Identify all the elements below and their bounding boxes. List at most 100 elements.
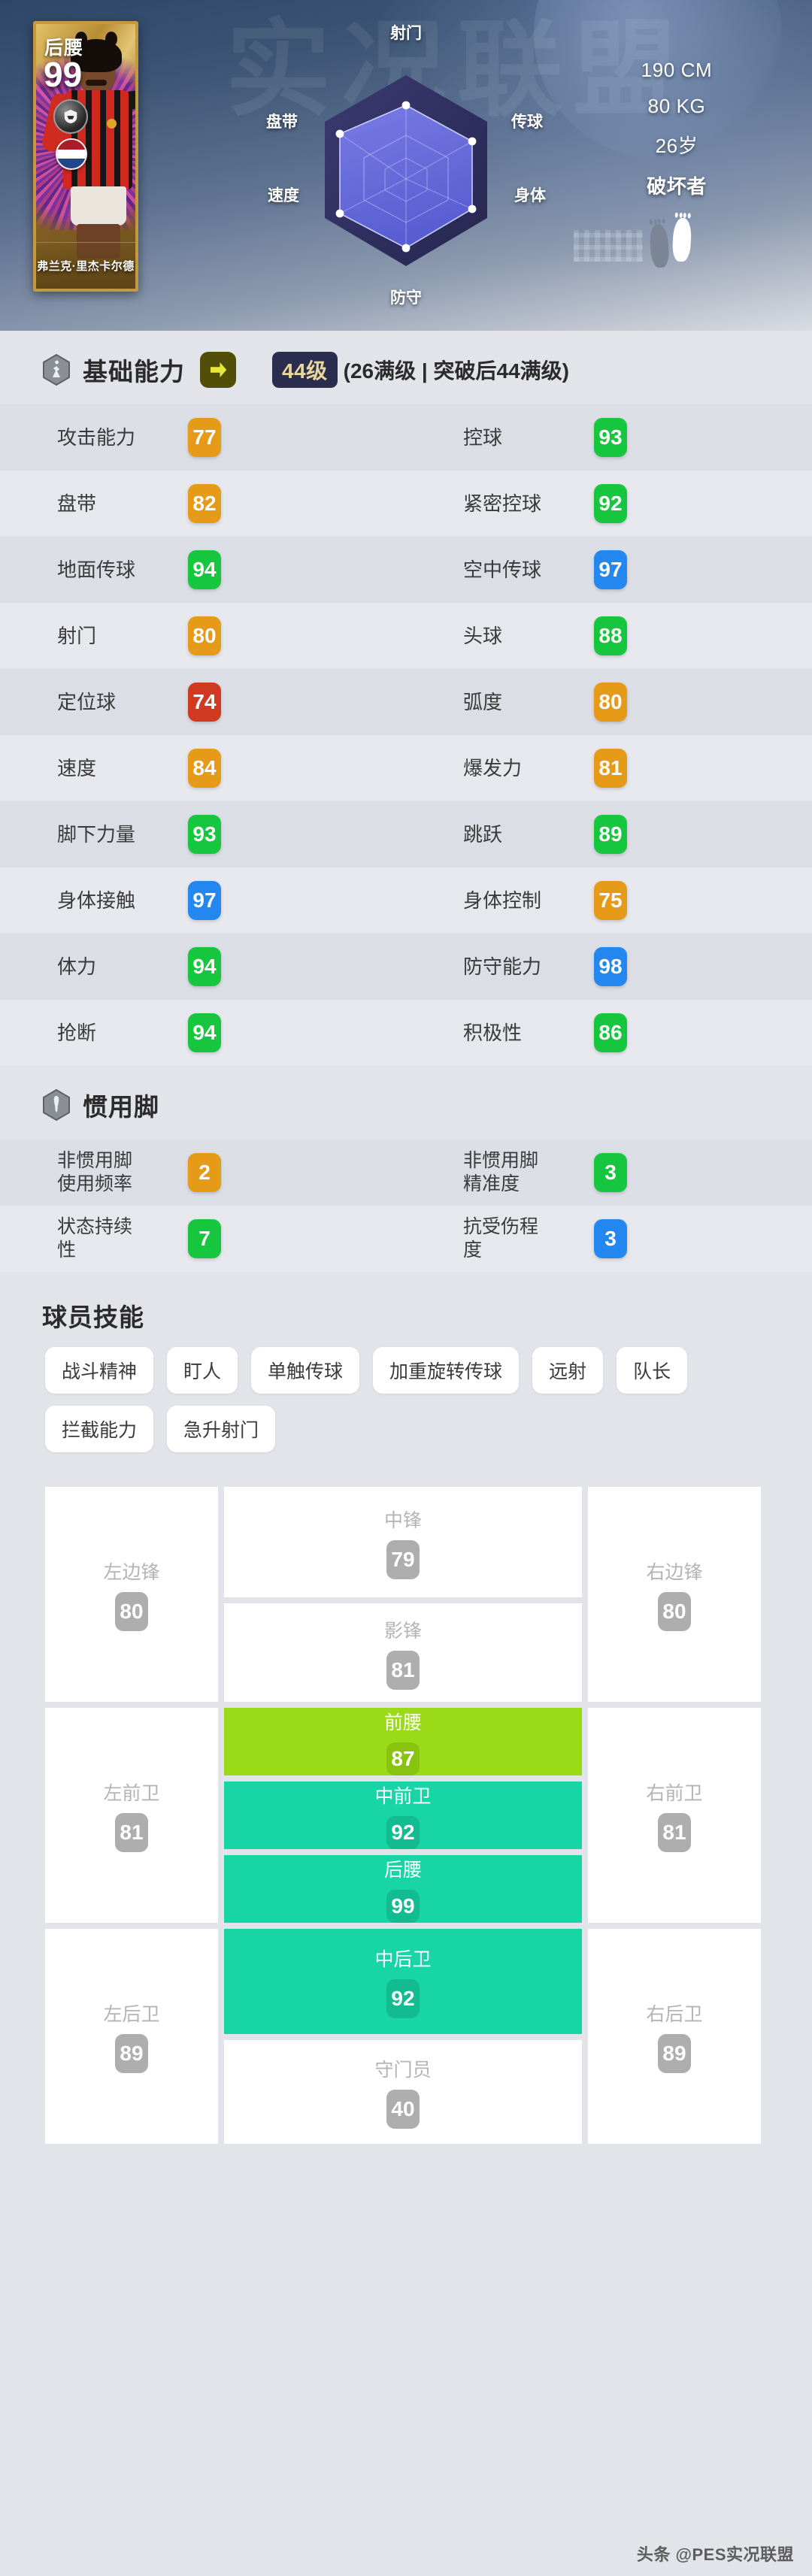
position-cell[interactable]: 右边锋80 — [588, 1487, 761, 1702]
stat-value-badge: 86 — [594, 1013, 627, 1052]
abilities-arrow-button[interactable] — [200, 352, 236, 388]
stat-label: 控球 — [406, 425, 594, 450]
stat-cell: 积极性86 — [406, 1013, 812, 1052]
position-cell[interactable]: 右后卫89 — [588, 1929, 761, 2144]
level-badge: 44级 — [272, 352, 338, 388]
stat-label: 头球 — [406, 624, 594, 648]
stat-label: 攻击能力 — [0, 425, 188, 450]
skill-chip[interactable]: 单触传球 — [251, 1347, 359, 1394]
position-cell[interactable]: 左后卫89 — [45, 1929, 218, 2144]
position-name: 中锋 — [384, 1506, 422, 1533]
table-row: 非惯用脚使用频率2非惯用脚精准度3 — [0, 1140, 812, 1206]
position-name: 中前卫 — [374, 1781, 431, 1809]
radar-svg — [301, 62, 511, 280]
table-row: 攻击能力77控球93 — [0, 404, 812, 471]
table-row: 盘带82紧密控球92 — [0, 471, 812, 537]
position-cell[interactable]: 影锋81 — [224, 1603, 582, 1702]
stat-cell: 非惯用脚使用频率2 — [0, 1149, 406, 1196]
stat-label: 抗受伤程度 — [406, 1215, 594, 1262]
stat-value-badge: 80 — [594, 683, 627, 722]
position-cell[interactable]: 左边锋 80 — [45, 1487, 218, 1702]
bio-height: 190 CM — [601, 59, 752, 82]
position-name: 守门员 — [374, 2055, 431, 2082]
position-cell[interactable]: 左前卫 81 — [45, 1708, 218, 1923]
position-rating: 80 — [115, 1592, 148, 1631]
stat-value-badge: 88 — [594, 616, 627, 655]
stat-value-badge: 7 — [188, 1219, 221, 1258]
stat-value-badge: 94 — [188, 1013, 221, 1052]
player-hero-banner: 实况联盟 后腰 99 弗兰克·里杰卡尔德 — [0, 0, 812, 331]
stat-value-badge: 3 — [594, 1153, 627, 1192]
stat-cell: 地面传球94 — [0, 550, 406, 589]
position-name: 前腰 — [384, 1708, 422, 1735]
foot-stats-table: 非惯用脚使用频率2非惯用脚精准度3状态持续性7抗受伤程度3 — [0, 1140, 812, 1272]
position-cell[interactable]: 守门员40 — [224, 2040, 582, 2144]
stat-label: 地面传球 — [0, 558, 188, 582]
position-rating: 79 — [386, 1540, 420, 1579]
stat-cell: 攻击能力77 — [0, 418, 406, 457]
footprints-icon — [649, 216, 709, 269]
position-cell[interactable]: 后腰99 — [224, 1855, 582, 1923]
card-rating-value: 99 — [44, 57, 82, 92]
hex-player-icon — [42, 354, 71, 386]
stat-label: 非惯用脚精准度 — [406, 1149, 594, 1196]
position-name: 右边锋 — [646, 1557, 702, 1585]
stat-cell: 空中传球97 — [406, 550, 812, 589]
skill-chip[interactable]: 盯人 — [167, 1347, 238, 1394]
skills-title: 球员技能 — [0, 1272, 812, 1347]
club-crest-icon — [53, 99, 88, 134]
stat-value-badge: 94 — [188, 550, 221, 589]
position-cell[interactable]: 中前卫 92 — [224, 1781, 582, 1849]
position-name: 左前卫 — [103, 1778, 159, 1806]
player-card[interactable]: 后腰 99 弗兰克·里杰卡尔德 — [33, 21, 138, 292]
position-name: 左边锋 — [103, 1557, 159, 1585]
table-row: 身体接触97身体控制75 — [0, 867, 812, 934]
stat-value-badge: 93 — [188, 815, 221, 854]
stat-cell: 身体接触97 — [0, 881, 406, 920]
stat-value-badge: 94 — [188, 947, 221, 986]
stat-value-badge: 74 — [188, 683, 221, 722]
position-rating-grid: 左边锋 80 左前卫 81 左后卫89 中锋 79 影锋81前腰87 中前卫 92 后腰99中后卫… — [45, 1487, 767, 2144]
skill-chip[interactable]: 队长 — [617, 1347, 687, 1394]
position-cell[interactable]: 中后卫92 — [224, 1929, 582, 2034]
stat-cell: 跳跃89 — [406, 815, 812, 854]
stat-cell: 防守能力98 — [406, 947, 812, 986]
stat-value-badge: 97 — [188, 881, 221, 920]
skill-chip[interactable]: 战斗精神 — [45, 1347, 153, 1394]
netherlands-flag-icon — [56, 138, 87, 170]
radar-label-speed: 速度 — [268, 183, 299, 206]
skill-chip[interactable]: 拦截能力 — [45, 1406, 153, 1452]
stat-value-badge: 97 — [594, 550, 627, 589]
ability-stats-table: 攻击能力77控球93盘带82紧密控球92地面传球94空中传球97射门80头球88… — [0, 404, 812, 1066]
stat-label: 身体接触 — [0, 888, 188, 913]
stat-label: 抢断 — [0, 1021, 188, 1045]
bio-playstyle: 破坏者 — [601, 171, 752, 199]
stat-value-badge: 77 — [188, 418, 221, 457]
stat-value-badge: 92 — [594, 484, 627, 523]
table-row: 射门80头球88 — [0, 603, 812, 669]
stat-label: 爆发力 — [406, 756, 594, 780]
position-cell[interactable]: 前腰87 — [224, 1708, 582, 1775]
stat-cell: 头球88 — [406, 616, 812, 655]
position-name: 右后卫 — [646, 1999, 702, 2027]
player-bio-panel: 190 CM 80 KG 26岁 破坏者 — [601, 59, 752, 212]
table-row: 脚下力量93跳跃89 — [0, 801, 812, 867]
ability-radar-chart: 射门 传球 身体 防守 速度 盘带 — [256, 17, 556, 317]
level-note: (26满级 | 突破后44满级) — [344, 355, 569, 385]
table-row: 体力94防守能力98 — [0, 934, 812, 1000]
position-cell[interactable]: 右前卫81 — [588, 1708, 761, 1923]
abilities-title: 基础能力 — [83, 352, 185, 388]
position-cell[interactable]: 中锋 79 — [224, 1487, 582, 1597]
stat-label: 空中传球 — [406, 558, 594, 582]
stat-value-badge: 80 — [188, 616, 221, 655]
skill-chip[interactable]: 加重旋转传球 — [373, 1347, 519, 1394]
position-rating: 92 — [386, 1816, 420, 1849]
stat-value-badge: 98 — [594, 947, 627, 986]
skill-chip[interactable]: 急升射门 — [167, 1406, 275, 1452]
skill-chip[interactable]: 远射 — [532, 1347, 603, 1394]
position-rating: 81 — [115, 1813, 148, 1852]
skills-chip-list: 战斗精神盯人单触传球加重旋转传球远射队长拦截能力急升射门 — [0, 1347, 812, 1452]
table-row: 状态持续性7抗受伤程度3 — [0, 1206, 812, 1272]
source-watermark: 头条 @PES实况联盟 — [637, 2541, 794, 2565]
stat-value-badge: 81 — [594, 749, 627, 788]
